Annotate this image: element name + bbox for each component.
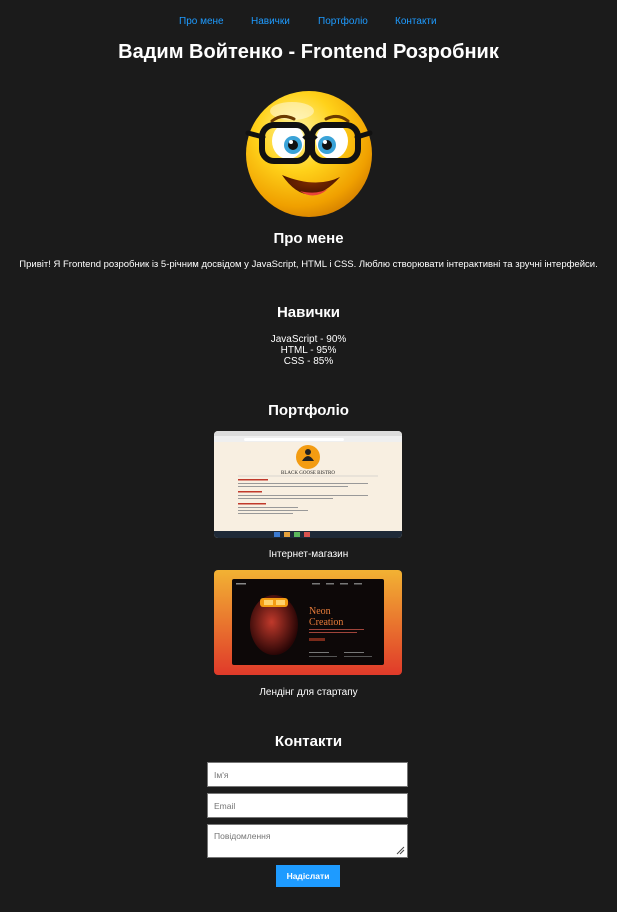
nav-link-about[interactable]: Про мене (179, 15, 224, 29)
top-nav: Про мене Навички Портфоліо Контакти (0, 15, 617, 29)
resize-handle-icon[interactable] (395, 845, 405, 855)
project-screenshot-landing[interactable]: Neon Creation (214, 570, 402, 675)
submit-button[interactable]: Надіслати (276, 865, 340, 887)
skills-list: JavaScript - 90% HTML - 95% CSS - 85% (0, 334, 617, 367)
nerd-emoji-avatar (245, 91, 373, 217)
nav-link-portfolio[interactable]: Портфоліо (318, 15, 368, 29)
skill-item: HTML - 95% (280, 345, 337, 356)
project-caption: Лендінг для стартапу (259, 687, 358, 698)
portfolio-heading: Портфоліо (268, 402, 349, 419)
skills-heading: Навички (276, 304, 341, 321)
name-field[interactable]: Ім'я (207, 762, 408, 787)
page-title: Вадим Войтенко - Frontend Розробник (118, 41, 499, 63)
message-placeholder: Повідомлення (214, 831, 271, 841)
about-heading: Про мене (273, 230, 344, 247)
about-text: Привіт! Я Frontend розробник із 5-річним… (19, 259, 598, 270)
nav-link-skills[interactable]: Навички (251, 15, 290, 29)
message-field[interactable]: Повідомлення (207, 824, 408, 858)
svg-text:Creation: Creation (309, 617, 343, 628)
project-caption: Інтернет-магазин (268, 549, 349, 560)
contacts-heading: Контакти (274, 733, 343, 750)
email-field[interactable]: Email (207, 793, 408, 818)
skill-item: CSS - 85% (283, 356, 334, 367)
preview-title: BLACK GOOSE BISTRO (281, 471, 335, 476)
nav-link-contacts[interactable]: Контакти (395, 15, 437, 29)
project-screenshot-shop[interactable]: BLACK GOOSE BISTRO (214, 431, 402, 538)
svg-text:Neon: Neon (309, 606, 331, 617)
skill-item: JavaScript - 90% (270, 334, 347, 345)
